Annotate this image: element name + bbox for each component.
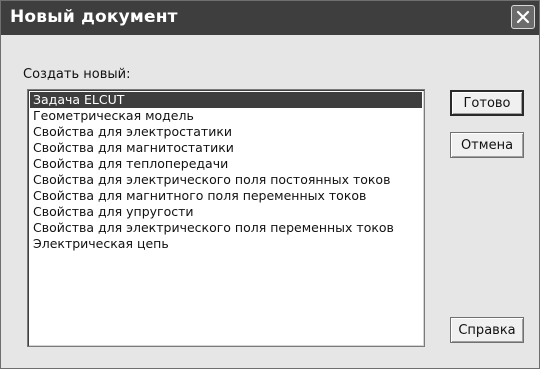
document-type-list[interactable]: Задача ELCUT Геометрическая модель Свойс… bbox=[27, 89, 425, 347]
ok-button[interactable]: Готово bbox=[450, 90, 524, 116]
list-item[interactable]: Задача ELCUT bbox=[30, 92, 422, 108]
list-item[interactable]: Геометрическая модель bbox=[30, 108, 422, 124]
list-item[interactable]: Свойства для упругости bbox=[30, 204, 422, 220]
list-item[interactable]: Свойства для магнитостатики bbox=[30, 140, 422, 156]
list-item[interactable]: Свойства для теплопередачи bbox=[30, 156, 422, 172]
new-document-dialog: Новый документ Создать новый: Задача ELC… bbox=[0, 0, 540, 369]
create-new-label: Создать новый: bbox=[23, 67, 131, 82]
list-item[interactable]: Свойства для электростатики bbox=[30, 124, 422, 140]
cancel-button[interactable]: Отмена bbox=[450, 132, 524, 158]
list-item[interactable]: Свойства для электрического поля перемен… bbox=[30, 220, 422, 236]
help-button[interactable]: Справка bbox=[450, 317, 524, 343]
list-item[interactable]: Свойства для электрического поля постоян… bbox=[30, 172, 422, 188]
list-item[interactable]: Свойства для магнитного поля переменных … bbox=[30, 188, 422, 204]
close-button[interactable] bbox=[511, 5, 535, 29]
dialog-title: Новый документ bbox=[10, 7, 178, 27]
close-icon bbox=[516, 10, 530, 24]
title-bar: Новый документ bbox=[1, 1, 539, 35]
list-item[interactable]: Электрическая цепь bbox=[30, 236, 422, 252]
